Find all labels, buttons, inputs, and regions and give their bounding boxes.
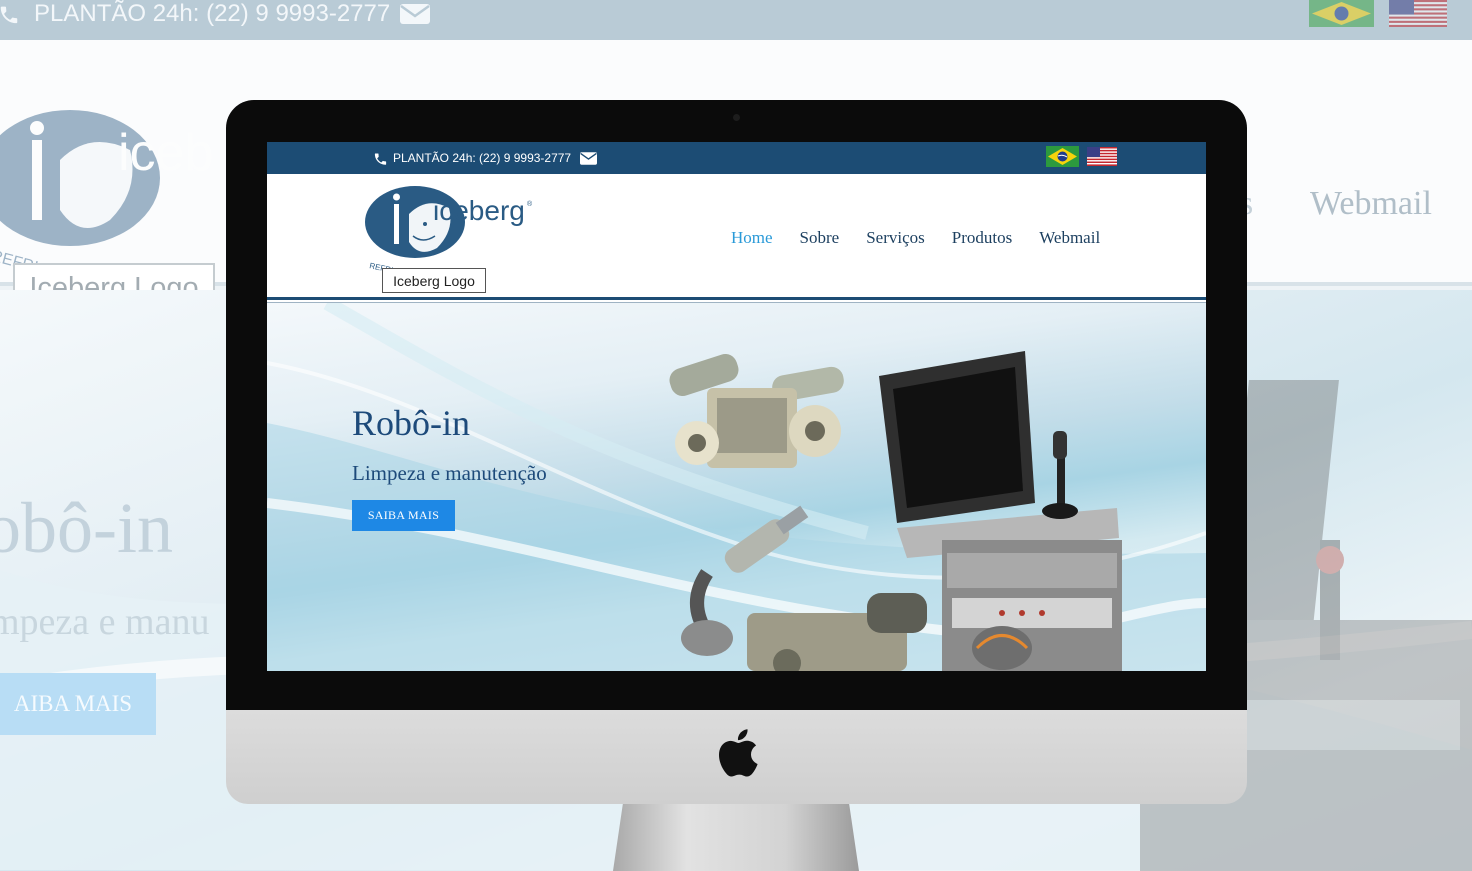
background-logo-image: iceb REFRIG <box>0 110 213 270</box>
phone-icon <box>374 153 387 165</box>
hero-subtitle: Limpeza e manutenção <box>352 461 547 485</box>
iceberg-logo[interactable]: iceberg ® REFRIGERAÇÃO NAVAL <box>365 184 540 274</box>
site-header: iceberg ® REFRIGERAÇÃO NAVAL Iceberg Log… <box>267 174 1206 303</box>
usa-flag-icon[interactable] <box>1087 147 1117 166</box>
svg-text:iceb: iceb <box>118 124 213 182</box>
envelope-icon[interactable] <box>580 151 598 165</box>
background-topbar: PLANTÃO 24h: (22) 9 9993-2777 <box>0 0 1472 40</box>
hero-title: Robô-in <box>352 403 471 443</box>
hero-slider: Robô-in Limpeza e manutenção SAIBA MAIS <box>267 303 1206 671</box>
svg-text:®: ® <box>527 200 533 208</box>
imac-screen: PLANTÃO 24h: (22) 9 9993-2777 iceberg ® … <box>267 142 1206 671</box>
usa-flag-icon <box>1389 0 1447 27</box>
background-hero-button: AIBA MAIS <box>0 673 156 735</box>
background-phone-text: PLANTÃO 24h: (22) 9 9993-2777 <box>34 0 391 27</box>
nav-servicos[interactable]: Serviços <box>866 228 925 248</box>
phone-icon <box>0 6 18 24</box>
apple-logo-icon <box>718 729 758 777</box>
brazil-flag-icon[interactable] <box>1046 146 1079 167</box>
background-hero-title: obô-in <box>0 488 173 568</box>
main-nav: Home Sobre Serviços Produtos Webmail <box>731 228 1100 248</box>
phone-contact[interactable]: PLANTÃO 24h: (22) 9 9993-2777 <box>373 149 598 167</box>
background-hero-subtitle: mpeza e manu <box>0 601 210 643</box>
brazil-flag-icon <box>1309 0 1374 27</box>
phone-text: PLANTÃO 24h: (22) 9 9993-2777 <box>393 151 572 165</box>
imac-stand <box>613 804 859 871</box>
background-phone: PLANTÃO 24h: (22) 9 9993-2777 <box>0 0 431 28</box>
hero-background-image <box>267 303 1206 671</box>
envelope-icon <box>400 4 431 24</box>
background-nav-webmail: Webmail <box>1310 185 1432 222</box>
logo-wordmark: iceberg <box>433 195 525 226</box>
nav-webmail[interactable]: Webmail <box>1039 228 1100 248</box>
nav-sobre[interactable]: Sobre <box>800 228 840 248</box>
camera-icon <box>733 114 740 121</box>
logo-tooltip: Iceberg Logo <box>382 268 486 293</box>
top-contact-bar: PLANTÃO 24h: (22) 9 9993-2777 <box>267 142 1206 174</box>
saiba-mais-button[interactable]: SAIBA MAIS <box>352 500 455 531</box>
robot-crawler-image <box>669 353 844 468</box>
nav-produtos[interactable]: Produtos <box>952 228 1012 248</box>
nav-home[interactable]: Home <box>731 228 773 248</box>
